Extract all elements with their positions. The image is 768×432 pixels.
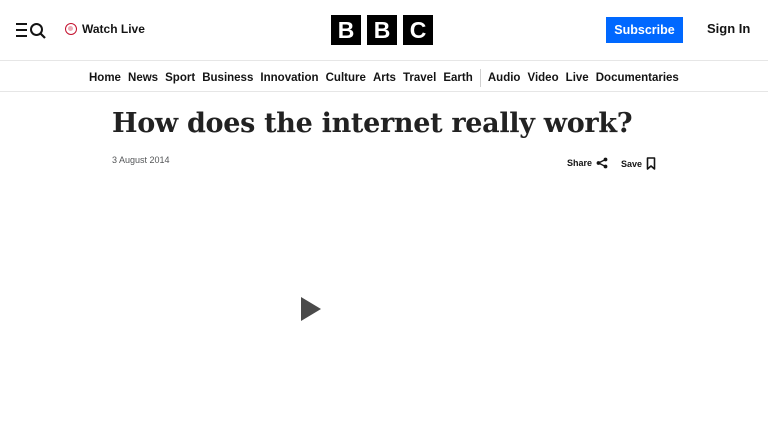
share-button[interactable]: Share [567,157,608,169]
nav-item-home[interactable]: Home [89,72,121,84]
nav-item-video[interactable]: Video [528,72,559,84]
main-navigation: Home News Sport Business Innovation Cult… [0,61,768,92]
nav-item-documentaries[interactable]: Documentaries [596,72,679,84]
article-date: 3 August 2014 [112,155,170,165]
watch-live-label: Watch Live [82,22,145,36]
subscribe-button[interactable]: Subscribe [606,17,683,43]
nav-divider [479,69,481,87]
logo-letter: B [331,15,361,45]
nav-item-culture[interactable]: Culture [326,72,366,84]
share-icon [596,157,608,169]
nav-item-travel[interactable]: Travel [403,72,436,84]
play-icon[interactable] [298,296,324,322]
nav-item-business[interactable]: Business [202,72,253,84]
logo-letter: B [367,15,397,45]
nav-item-earth[interactable]: Earth [443,72,472,84]
logo-letter: C [403,15,433,45]
share-label: Share [567,158,593,168]
nav-list: Home News Sport Business Innovation Cult… [89,69,679,87]
nav-item-news[interactable]: News [128,72,158,84]
nav-item-arts[interactable]: Arts [373,72,396,84]
article-title: How does the internet really work? [112,108,633,139]
sign-in-link[interactable]: Sign In [707,21,750,36]
save-button[interactable]: Save [621,157,656,170]
menu-search-icon[interactable] [15,20,47,40]
live-dot-icon [65,23,77,35]
nav-item-sport[interactable]: Sport [165,72,195,84]
top-bar: Watch Live B B C Subscribe Sign In [0,0,768,61]
video-player[interactable] [112,186,656,432]
nav-item-live[interactable]: Live [566,72,589,84]
nav-item-innovation[interactable]: Innovation [260,72,318,84]
save-label: Save [621,158,643,169]
bookmark-icon [646,157,656,170]
nav-item-audio[interactable]: Audio [488,72,521,84]
watch-live-link[interactable]: Watch Live [65,20,145,38]
bbc-logo[interactable]: B B C [331,15,433,45]
